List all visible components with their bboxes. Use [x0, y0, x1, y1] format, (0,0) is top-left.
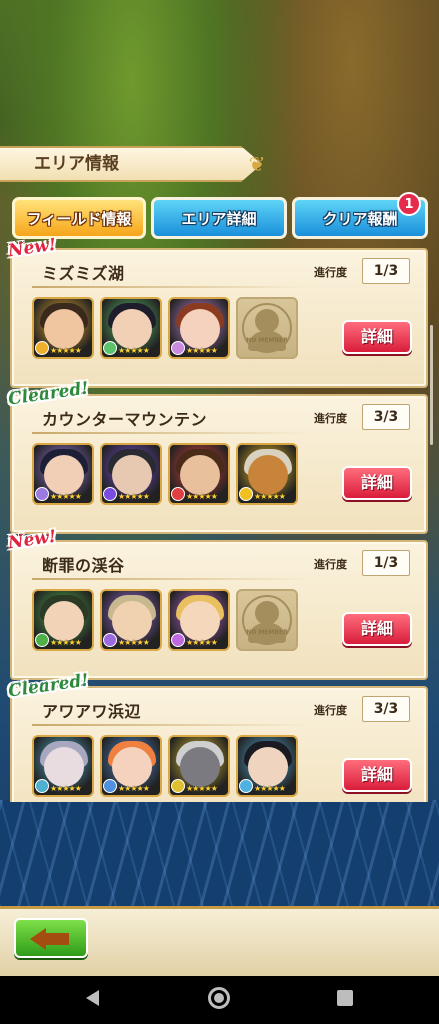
progress-value: 3/3	[362, 696, 410, 722]
field-card: New! 断罪の渓谷 進行度 1/3 ★★★★★ ★★★★★ ★★★★★ NO MEMBER 詳…	[7, 527, 428, 680]
empty-member-slot: NO MEMBER	[236, 589, 298, 651]
detail-button[interactable]: 詳細	[342, 612, 412, 646]
status-tag: New!	[6, 238, 58, 262]
rarity-stars-icon: ★★★★★	[186, 784, 218, 793]
back-arrow-icon	[30, 928, 46, 950]
character-portrait[interactable]: ★★★★★	[32, 735, 94, 797]
character-portrait[interactable]: ★★★★★	[100, 589, 162, 651]
empty-slot-text: NO MEMBER	[246, 629, 288, 636]
element-icon	[35, 487, 49, 501]
rarity-stars-icon: ★★★★★	[50, 784, 82, 793]
progress-value: 1/3	[362, 550, 410, 576]
member-list: ★★★★★ ★★★★★ ★★★★★ NO MEMBER	[32, 589, 298, 651]
element-icon	[171, 341, 185, 355]
divider	[32, 432, 312, 434]
character-portrait[interactable]: ★★★★★	[32, 297, 94, 359]
element-icon	[239, 779, 253, 793]
rarity-stars-icon: ★★★★★	[118, 784, 150, 793]
character-portrait[interactable]: ★★★★★	[100, 735, 162, 797]
divider	[32, 724, 312, 726]
element-icon	[171, 779, 185, 793]
element-icon	[103, 779, 117, 793]
character-portrait[interactable]: ★★★★★	[168, 297, 230, 359]
page-title: エリア情報	[34, 154, 119, 174]
character-portrait[interactable]: ★★★★★	[100, 443, 162, 505]
triangle-back-icon[interactable]	[86, 990, 99, 1006]
progress-value: 1/3	[362, 258, 410, 284]
field-card: Cleared! アワアワ浜辺 進行度 3/3 ★★★★★ ★★★★★ ★★★★★ ★★★★★…	[7, 670, 428, 802]
character-portrait[interactable]: ★★★★★	[168, 589, 230, 651]
element-icon	[171, 487, 185, 501]
rarity-stars-icon: ★★★★★	[186, 346, 218, 355]
rarity-stars-icon: ★★★★★	[118, 492, 150, 501]
element-icon	[103, 487, 117, 501]
rarity-stars-icon: ★★★★★	[50, 638, 82, 647]
progress-label: 進行度	[314, 704, 347, 717]
field-card: Cleared! カウンターマウンテン 進行度 3/3 ★★★★★ ★★★★★ ★★★★★ ★…	[7, 378, 428, 534]
rarity-stars-icon: ★★★★★	[50, 346, 82, 355]
rarity-stars-icon: ★★★★★	[186, 638, 218, 647]
field-name: カウンターマウンテン	[42, 410, 208, 429]
element-icon	[239, 487, 253, 501]
person-silhouette-icon	[255, 309, 279, 333]
character-portrait[interactable]: ★★★★★	[168, 735, 230, 797]
notification-badge: 1	[397, 192, 421, 216]
empty-member-slot: NO MEMBER	[236, 297, 298, 359]
field-name: 断罪の渓谷	[42, 556, 125, 575]
ornament-icon: ❦	[248, 152, 266, 176]
rarity-stars-icon: ★★★★★	[186, 492, 218, 501]
character-portrait[interactable]: ★★★★★	[236, 443, 298, 505]
element-icon	[103, 633, 117, 647]
element-icon	[103, 341, 117, 355]
tab-area-detail[interactable]: エリア詳細	[151, 197, 287, 239]
detail-button[interactable]: 詳細	[342, 758, 412, 792]
rarity-stars-icon: ★★★★★	[118, 638, 150, 647]
square-recent-icon[interactable]	[337, 990, 353, 1006]
empty-slot-text: NO MEMBER	[246, 337, 288, 344]
progress-label: 進行度	[314, 412, 347, 425]
character-portrait[interactable]: ★★★★★	[100, 297, 162, 359]
person-silhouette-icon	[255, 601, 279, 625]
divider	[32, 286, 312, 288]
detail-button[interactable]: 詳細	[342, 320, 412, 354]
progress-label: 進行度	[314, 558, 347, 571]
member-list: ★★★★★ ★★★★★ ★★★★★ ★★★★★	[32, 443, 298, 505]
detail-button[interactable]: 詳細	[342, 466, 412, 500]
element-icon	[35, 779, 49, 793]
element-icon	[35, 341, 49, 355]
field-card: New! ミズミズ湖 進行度 1/3 ★★★★★ ★★★★★ ★★★★★ NO MEMBER 詳…	[7, 238, 428, 388]
divider	[32, 578, 312, 580]
rarity-stars-icon: ★★★★★	[254, 784, 286, 793]
element-icon	[171, 633, 185, 647]
character-portrait[interactable]: ★★★★★	[168, 443, 230, 505]
character-portrait[interactable]: ★★★★★	[32, 589, 94, 651]
rarity-stars-icon: ★★★★★	[254, 492, 286, 501]
back-button[interactable]	[14, 918, 88, 958]
progress-label: 進行度	[314, 266, 347, 279]
progress-value: 3/3	[362, 404, 410, 430]
scrollbar[interactable]	[430, 325, 433, 445]
water-background	[0, 800, 439, 910]
character-portrait[interactable]: ★★★★★	[236, 735, 298, 797]
tab-field-info[interactable]: フィールド情報	[12, 197, 146, 239]
character-portrait[interactable]: ★★★★★	[32, 443, 94, 505]
field-list[interactable]: New! ミズミズ湖 進行度 1/3 ★★★★★ ★★★★★ ★★★★★ NO MEMBER 詳…	[0, 238, 439, 802]
element-icon	[35, 633, 49, 647]
field-name: ミズミズ湖	[42, 264, 125, 283]
member-list: ★★★★★ ★★★★★ ★★★★★ NO MEMBER	[32, 297, 298, 359]
field-name: アワアワ浜辺	[42, 702, 142, 721]
rarity-stars-icon: ★★★★★	[50, 492, 82, 501]
rarity-stars-icon: ★★★★★	[118, 346, 150, 355]
member-list: ★★★★★ ★★★★★ ★★★★★ ★★★★★	[32, 735, 298, 797]
